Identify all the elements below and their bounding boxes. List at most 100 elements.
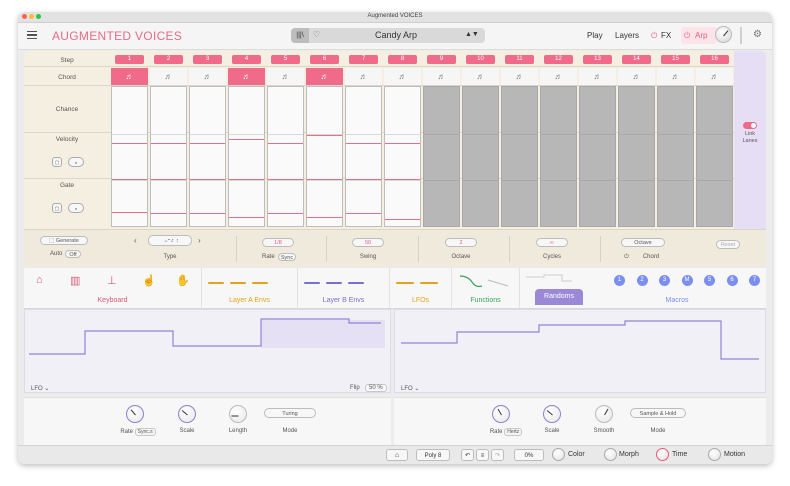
step-number[interactable]: 13 [583, 55, 612, 64]
color-knob[interactable] [552, 448, 565, 461]
macro-button[interactable]: 1 [614, 275, 625, 286]
auto-toggle[interactable]: Off [65, 250, 81, 258]
chord-note-icon[interactable]: ♬ [384, 68, 421, 85]
chord-note-icon[interactable]: ♬ [540, 68, 577, 85]
lane-value-line[interactable] [385, 143, 420, 144]
lane-value-line[interactable] [385, 179, 420, 180]
tab-keyboard[interactable]: ⌂ ▥ ⊥ ☝ ✋ Keyboard [24, 268, 202, 308]
reset-button[interactable]: Reset [716, 240, 740, 249]
lane-value-line[interactable] [268, 213, 303, 214]
random-1-rate-knob[interactable] [126, 405, 144, 423]
step-number[interactable]: 9 [427, 55, 456, 64]
step-number[interactable]: 4 [232, 55, 261, 64]
nav-arp[interactable]: Arp [695, 31, 707, 40]
heart-icon[interactable]: ♡ [313, 30, 320, 39]
random-1-source[interactable]: LFO ⌄ [31, 385, 49, 392]
step-lanes[interactable] [579, 86, 616, 227]
step-number[interactable]: 8 [388, 55, 417, 64]
lane-value-line[interactable] [229, 139, 264, 140]
chord-mode-selector[interactable]: Octave [621, 238, 665, 247]
macro-button[interactable]: 8 [771, 275, 772, 286]
lane-value-line[interactable] [346, 143, 381, 144]
tab-functions[interactable]: Functions [452, 268, 520, 308]
macro-button[interactable]: M [681, 275, 693, 286]
random-2-rate-knob[interactable] [492, 405, 510, 423]
undo-icon[interactable]: ↶ [461, 449, 474, 461]
type-prev-icon[interactable]: ‹ [134, 236, 137, 245]
random-2-graph[interactable]: LFO ⌄ [394, 309, 766, 393]
step-number[interactable]: 5 [271, 55, 300, 64]
random-2-scale-knob[interactable] [543, 405, 561, 423]
redo-icon[interactable]: ↷ [491, 449, 504, 461]
chord-note-icon[interactable]: ♬ [306, 68, 343, 85]
swing-value[interactable]: 50 [352, 238, 384, 247]
tab-layer-b-envs[interactable]: Layer B Envs [298, 268, 390, 308]
gear-icon[interactable]: ⚙ [753, 29, 762, 40]
fx-power-icon[interactable]: ⏻ [651, 31, 657, 41]
step-lanes[interactable] [618, 86, 655, 227]
chord-note-icon[interactable]: ♬ [345, 68, 382, 85]
step-lanes[interactable] [111, 86, 148, 227]
step-number[interactable]: 10 [466, 55, 495, 64]
rate-value[interactable]: 1/8 [262, 238, 294, 247]
step-lanes[interactable] [189, 86, 226, 227]
lane-value-line[interactable] [385, 219, 420, 220]
chord-note-icon[interactable]: ♬ [423, 68, 460, 85]
macro-button[interactable]: 6 [726, 275, 738, 286]
chord-note-icon[interactable]: ♬ [150, 68, 187, 85]
lane-value-line[interactable] [229, 179, 264, 180]
lane-value-line[interactable] [151, 213, 186, 214]
poly-mode-selector[interactable]: Poly 8 [416, 449, 450, 461]
step-lanes[interactable] [501, 86, 538, 227]
random-1-mode-selector[interactable]: Turing [264, 408, 316, 418]
step-lanes[interactable] [462, 86, 499, 227]
nav-layers[interactable]: Layers [615, 31, 639, 40]
step-number[interactable]: 11 [505, 55, 534, 64]
history-list-icon[interactable]: ≡ [476, 449, 489, 461]
random-1-scale-knob[interactable] [178, 405, 196, 423]
random-1-length-knob[interactable] [229, 405, 247, 423]
lane-value-line[interactable] [307, 135, 342, 136]
step-number[interactable]: 6 [310, 55, 339, 64]
nav-fx[interactable]: FX [661, 31, 671, 40]
chord-note-icon[interactable]: ♬ [696, 68, 733, 85]
lane-value-line[interactable] [346, 179, 381, 180]
lane-value-line[interactable] [268, 143, 303, 144]
motion-knob[interactable] [708, 448, 721, 461]
step-lanes[interactable] [345, 86, 382, 227]
link-lanes-switch[interactable] [743, 122, 757, 129]
macro-button[interactable]: 3 [659, 275, 670, 286]
lane-value-line[interactable] [151, 179, 186, 180]
step-number[interactable]: 1 [115, 55, 144, 64]
step-number[interactable]: 2 [154, 55, 183, 64]
step-number[interactable]: 15 [661, 55, 690, 64]
random-2-rate-mode[interactable]: Hertz [504, 428, 523, 436]
macro-button[interactable]: 5 [704, 275, 715, 286]
step-number[interactable]: 16 [700, 55, 729, 64]
step-lanes[interactable] [267, 86, 304, 227]
morph-knob[interactable] [604, 448, 617, 461]
generate-button[interactable]: ⬚ Generate [40, 236, 88, 245]
chord-note-icon[interactable]: ♬ [657, 68, 694, 85]
lane-value-line[interactable] [229, 217, 264, 218]
keyboard-toggle-icon[interactable]: ⌂ [386, 449, 408, 461]
master-volume-knob[interactable] [715, 26, 732, 43]
macro-button[interactable]: 7 [749, 275, 760, 286]
link-lanes-toggle[interactable]: Link Lanes [741, 122, 759, 144]
chord-note-icon[interactable]: ♬ [189, 68, 226, 85]
type-next-icon[interactable]: › [198, 236, 201, 245]
step-lanes[interactable] [384, 86, 421, 227]
preset-browser-bar[interactable]: |||\ ♡ Candy Arp ▲▼ [291, 28, 485, 43]
velocity-reset-icon[interactable]: ◒ [68, 157, 84, 167]
lane-value-line[interactable] [190, 179, 225, 180]
chord-note-icon[interactable]: ♬ [501, 68, 538, 85]
lane-value-line[interactable] [112, 179, 147, 180]
flip-value[interactable]: 50 % [365, 384, 387, 392]
step-lanes[interactable] [306, 86, 343, 227]
lane-value-line[interactable] [112, 212, 147, 213]
tab-macros[interactable]: 123M5678 Macros [588, 268, 772, 308]
step-lanes[interactable] [423, 86, 460, 227]
random-2-source[interactable]: LFO ⌄ [401, 385, 419, 392]
chord-power-icon[interactable]: ⏻ [624, 254, 629, 261]
octave-value[interactable]: 2 [445, 238, 477, 247]
